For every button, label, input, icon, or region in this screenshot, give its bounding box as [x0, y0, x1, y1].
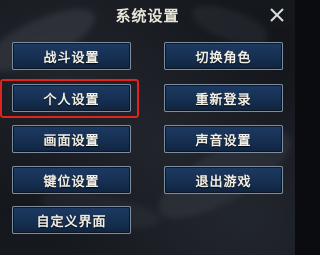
close-icon	[270, 8, 284, 22]
custom-ui-label: 自定义界面	[36, 214, 107, 230]
sound-settings-button[interactable]: 声音设置	[164, 125, 283, 153]
combat-settings-label: 战斗设置	[43, 50, 100, 66]
switch-character-label: 切换角色	[195, 50, 252, 66]
close-button[interactable]	[266, 4, 288, 26]
graphics-settings-label: 画面设置	[43, 133, 100, 149]
dialog-title: 系统设置	[115, 7, 180, 25]
sound-settings-label: 声音设置	[195, 133, 252, 149]
title-bar: 系统设置	[0, 0, 295, 32]
personal-settings-label: 个人设置	[43, 92, 100, 108]
relogin-label: 重新登录	[195, 92, 252, 108]
combat-settings-button[interactable]: 战斗设置	[12, 42, 131, 70]
exit-game-button[interactable]: 退出游戏	[164, 166, 283, 194]
key-settings-button[interactable]: 键位设置	[12, 166, 131, 194]
key-settings-label: 键位设置	[43, 174, 100, 190]
system-settings-dialog: 系统设置 战斗设置 个人设置 画面设置 键位设置 自定义界面 切换角色 重新登录…	[0, 0, 295, 255]
custom-ui-button[interactable]: 自定义界面	[12, 206, 131, 234]
personal-settings-button[interactable]: 个人设置	[12, 84, 131, 112]
switch-character-button[interactable]: 切换角色	[164, 42, 283, 70]
exit-game-label: 退出游戏	[195, 174, 252, 190]
relogin-button[interactable]: 重新登录	[164, 84, 283, 112]
graphics-settings-button[interactable]: 画面设置	[12, 125, 131, 153]
